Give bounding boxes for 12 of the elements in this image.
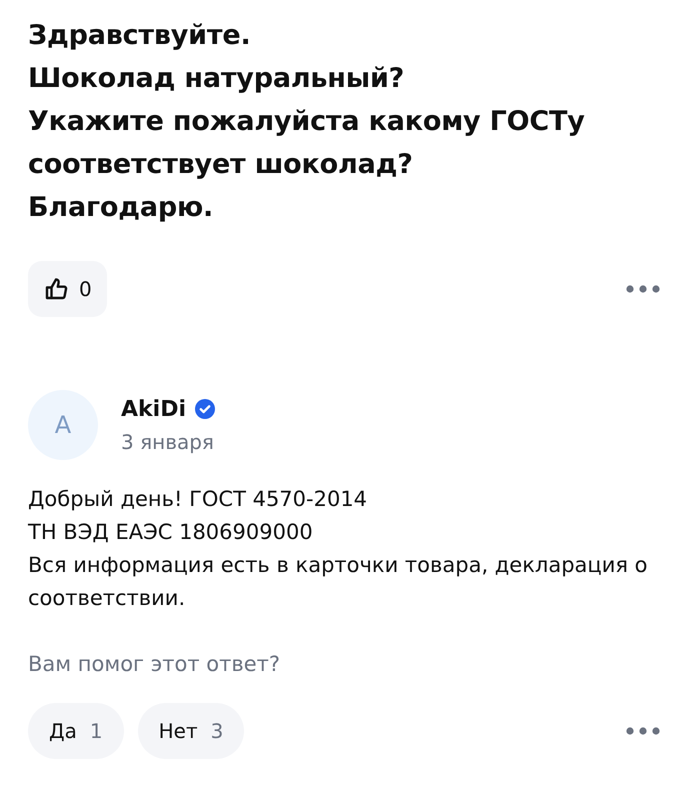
answer-text: Добрый день! ГОСТ 4570-2014 ТН ВЭД ЕАЭС 1806909000 Вся информация есть в карточки товара, декларация о соответствии.	[28, 486, 648, 612]
more-icon	[626, 285, 660, 293]
helpful-prompt: Вам помог этот ответ?	[28, 652, 282, 677]
answer-date: 3 января	[121, 430, 215, 454]
more-icon	[626, 727, 660, 735]
vote-button[interactable]: Нет 3	[138, 703, 244, 759]
thumbs-up-icon	[45, 277, 69, 301]
question-text: Здравствуйте. Шоколад натуральный? Укажите пожалуйста какому ГОСТу соответствует шоколад? Благодарю.	[28, 19, 586, 225]
avatar: A	[28, 390, 98, 460]
author-name: AkiDi	[121, 396, 186, 422]
like-button[interactable]: 0	[28, 261, 107, 317]
vote-button[interactable]: Да 1	[28, 703, 124, 759]
